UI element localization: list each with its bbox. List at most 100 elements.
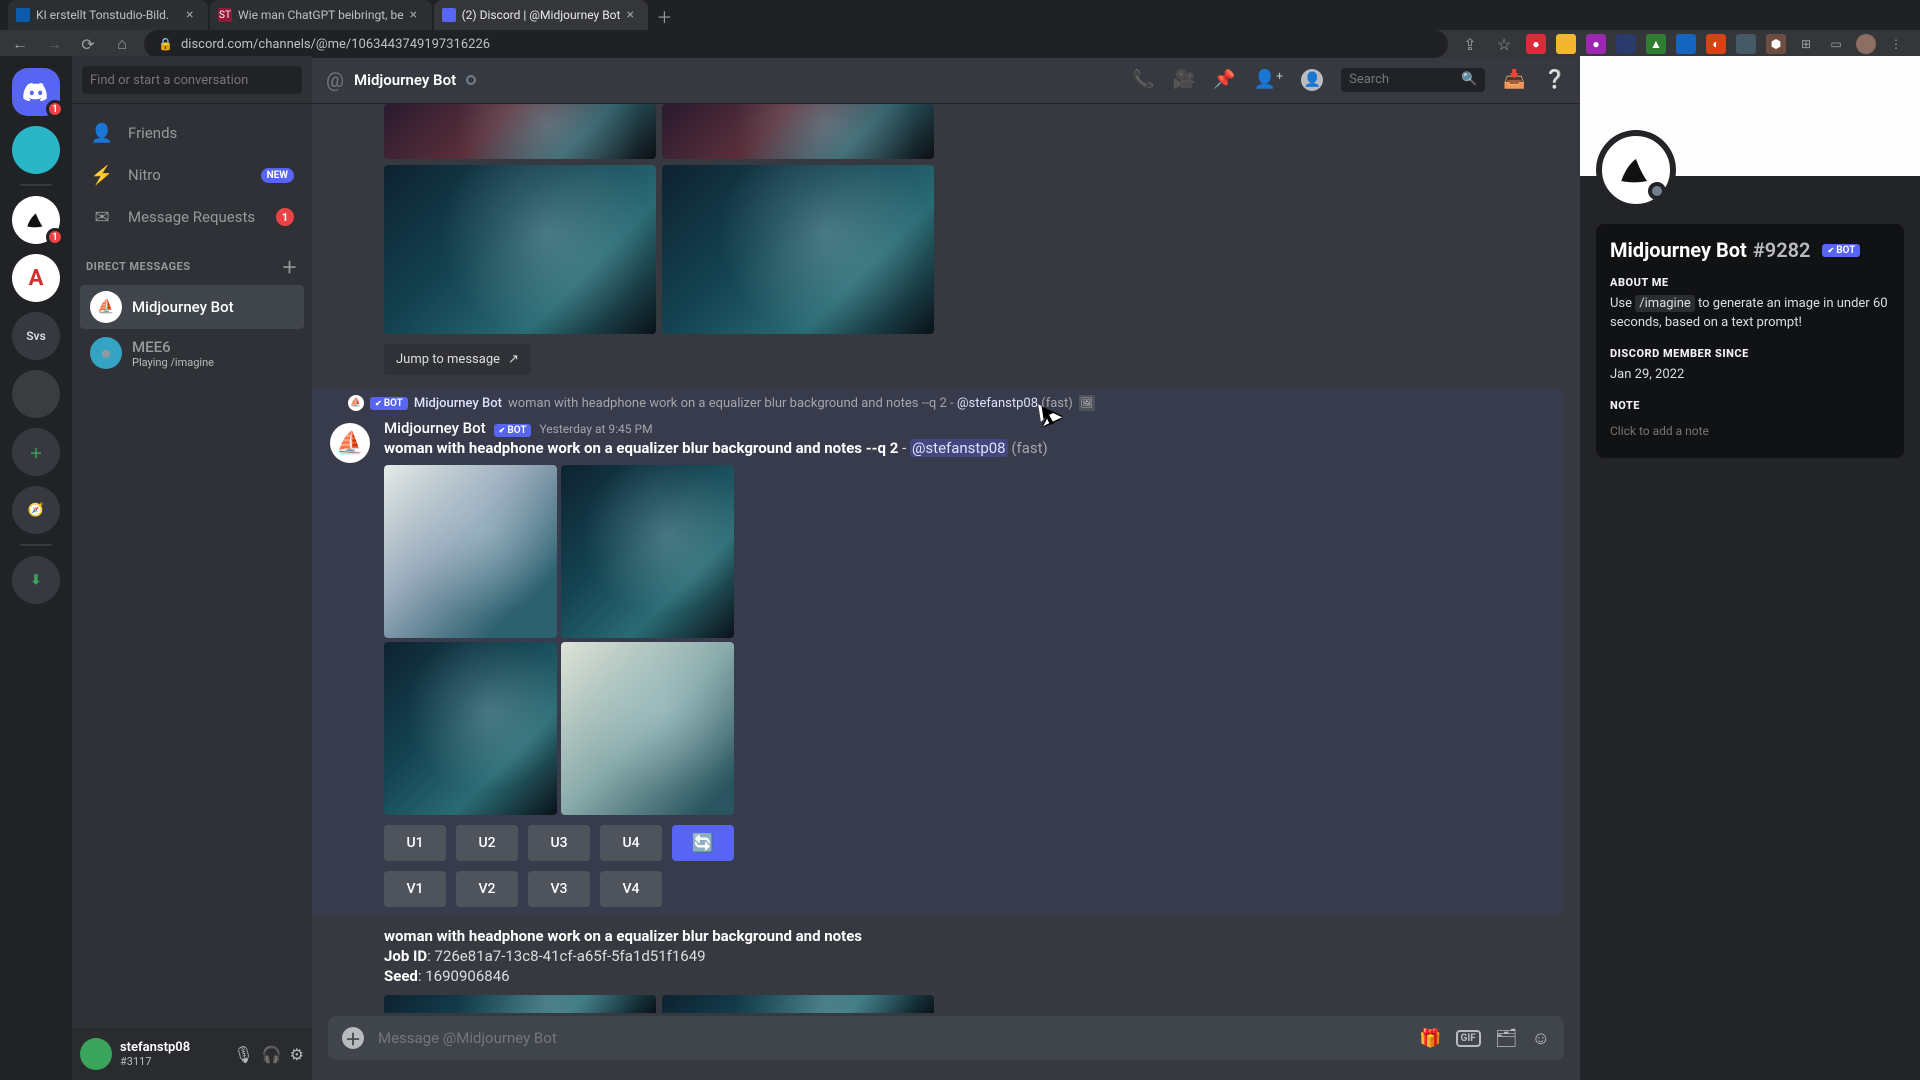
gif-icon[interactable]: GIF bbox=[1456, 1030, 1481, 1047]
u4-button[interactable]: U4 bbox=[600, 825, 662, 861]
share-icon[interactable]: ⇪ bbox=[1458, 32, 1482, 56]
profile-avatar[interactable] bbox=[1596, 130, 1676, 210]
attach-button[interactable]: ＋ bbox=[342, 1027, 364, 1049]
u2-button[interactable]: U2 bbox=[456, 825, 518, 861]
v3-button[interactable]: V3 bbox=[528, 871, 590, 907]
nav-friends[interactable]: 👤 Friends bbox=[80, 112, 304, 154]
v2-button[interactable]: V2 bbox=[456, 871, 518, 907]
result-image[interactable] bbox=[384, 465, 557, 638]
reroll-button[interactable]: 🔄 bbox=[672, 825, 734, 861]
server-button[interactable] bbox=[12, 370, 60, 418]
help-icon[interactable]: ❔ bbox=[1544, 69, 1566, 90]
chat-input-area: ＋ Message @Midjourney Bot 🎁 GIF 🗂 ☺ bbox=[312, 1016, 1580, 1080]
voice-call-icon[interactable]: 📞 bbox=[1132, 69, 1154, 90]
profile-panel: Midjourney Bot#9282 BOT ABOUT ME Use /im… bbox=[1580, 56, 1920, 1080]
deafen-icon[interactable]: 🎧 bbox=[262, 1045, 282, 1064]
user-info[interactable]: stefanstp08 #3117 bbox=[120, 1040, 225, 1069]
browser-tab-active[interactable]: (2) Discord | @Midjourney Bot × bbox=[434, 0, 649, 30]
ext-icon[interactable] bbox=[1616, 34, 1636, 54]
server-button[interactable] bbox=[12, 126, 60, 174]
v4-button[interactable]: V4 bbox=[600, 871, 662, 907]
friends-icon: 👤 bbox=[90, 123, 114, 144]
ext-icon[interactable] bbox=[1676, 34, 1696, 54]
ext-icon[interactable]: ● bbox=[1526, 34, 1546, 54]
result-image[interactable] bbox=[384, 104, 656, 159]
mute-icon[interactable]: 🎙 bbox=[233, 1045, 253, 1064]
dm-item-midjourney[interactable]: ⛵ Midjourney Bot bbox=[80, 285, 304, 329]
bot-badge: BOT bbox=[1822, 244, 1860, 257]
close-icon[interactable]: × bbox=[410, 8, 424, 22]
browser-tab[interactable]: KI erstellt Tonstudio-Bild. × bbox=[8, 0, 208, 30]
side-panel-icon[interactable]: ▭ bbox=[1826, 34, 1846, 54]
inbox-icon[interactable]: 📥 bbox=[1503, 69, 1525, 90]
puzzle-icon[interactable]: ⊞ bbox=[1796, 34, 1816, 54]
ext-icon[interactable]: ◐ bbox=[1706, 34, 1726, 54]
server-button[interactable]: A bbox=[12, 254, 60, 302]
v1-button[interactable]: V1 bbox=[384, 871, 446, 907]
chat-input[interactable]: ＋ Message @Midjourney Bot 🎁 GIF 🗂 ☺ bbox=[328, 1016, 1564, 1060]
bot-badge: BOT bbox=[494, 424, 532, 437]
result-image[interactable] bbox=[561, 465, 734, 638]
download-button[interactable]: ⬇ bbox=[12, 556, 60, 604]
result-image[interactable] bbox=[384, 995, 656, 1013]
sticker-icon[interactable]: 🗂 bbox=[1495, 1028, 1518, 1049]
result-image[interactable] bbox=[662, 165, 934, 334]
user-tag: #3117 bbox=[120, 1055, 225, 1068]
server-button[interactable]: 1 bbox=[12, 196, 60, 244]
count-badge: 1 bbox=[276, 208, 294, 226]
dm-search-input[interactable] bbox=[82, 66, 302, 94]
generation-attachment[interactable] bbox=[384, 465, 734, 815]
home-button[interactable]: ⌂ bbox=[110, 32, 134, 56]
result-image[interactable] bbox=[662, 104, 934, 159]
add-friends-icon[interactable]: 👤⁺ bbox=[1254, 69, 1284, 90]
u3-button[interactable]: U3 bbox=[528, 825, 590, 861]
next-attachment-peek[interactable] bbox=[384, 995, 934, 1013]
note-input[interactable] bbox=[1610, 418, 1890, 444]
add-server-button[interactable]: ＋ bbox=[12, 428, 60, 476]
forward-button[interactable]: → bbox=[42, 32, 66, 56]
video-call-icon[interactable]: 🎥 bbox=[1173, 69, 1195, 90]
reload-button[interactable]: ⟳ bbox=[76, 32, 100, 56]
jump-to-message-button[interactable]: Jump to message ↗ bbox=[384, 344, 531, 375]
gift-icon[interactable]: 🎁 bbox=[1419, 1028, 1441, 1049]
close-icon[interactable]: × bbox=[626, 8, 640, 22]
user-profile-icon[interactable]: 👤 bbox=[1301, 69, 1323, 91]
new-dm-button[interactable]: ＋ bbox=[281, 254, 298, 278]
explore-button[interactable]: 🧭 bbox=[12, 486, 60, 534]
result-image[interactable] bbox=[384, 642, 557, 815]
dm-item-name: Midjourney Bot bbox=[132, 298, 234, 316]
emoji-icon[interactable]: ☺ bbox=[1532, 1028, 1550, 1049]
pinned-icon[interactable]: 📌 bbox=[1213, 69, 1235, 90]
bookmark-icon[interactable]: ☆ bbox=[1492, 32, 1516, 56]
menu-icon[interactable]: ⋮ bbox=[1886, 34, 1906, 54]
browser-tab[interactable]: ST Wie man ChatGPT beibringt, be × bbox=[210, 0, 432, 30]
new-tab-button[interactable]: ＋ bbox=[650, 2, 678, 30]
dm-item-mee6[interactable]: ☻ MEE6 Playing /imagine bbox=[80, 331, 304, 375]
badge: 1 bbox=[46, 100, 64, 118]
user-avatar[interactable] bbox=[80, 1038, 112, 1070]
back-button[interactable]: ← bbox=[8, 32, 32, 56]
url-field[interactable]: 🔒 discord.com/channels/@me/1063443749197… bbox=[144, 30, 1448, 58]
result-image[interactable] bbox=[662, 995, 934, 1013]
message-avatar[interactable]: ⛵ bbox=[330, 423, 370, 463]
nav-nitro[interactable]: ⚡ Nitro NEW bbox=[80, 154, 304, 196]
ext-icon[interactable] bbox=[1736, 34, 1756, 54]
ext-icon[interactable]: ▲ bbox=[1646, 34, 1666, 54]
result-image[interactable] bbox=[561, 642, 734, 815]
ext-icon[interactable]: ● bbox=[1586, 34, 1606, 54]
result-image[interactable] bbox=[384, 165, 656, 334]
url-text: discord.com/channels/@me/106344374919731… bbox=[181, 37, 490, 52]
ext-icon[interactable]: ⬢ bbox=[1766, 34, 1786, 54]
settings-icon[interactable]: ⚙ bbox=[290, 1045, 304, 1064]
reply-reference[interactable]: ⛵ BOT Midjourney Bot woman with headphon… bbox=[348, 395, 1552, 411]
close-icon[interactable]: × bbox=[186, 8, 200, 22]
message-author[interactable]: Midjourney Bot bbox=[384, 419, 486, 437]
u1-button[interactable]: U1 bbox=[384, 825, 446, 861]
home-server-button[interactable]: 1 bbox=[12, 68, 60, 116]
messages[interactable]: Jump to message ↗ ⛵ BOT Midjourney Bot w… bbox=[312, 104, 1580, 1016]
header-search[interactable]: Search 🔍 bbox=[1341, 68, 1485, 92]
profile-avatar-icon[interactable] bbox=[1856, 34, 1876, 54]
nav-message-requests[interactable]: ✉ Message Requests 1 bbox=[80, 196, 304, 238]
ext-icon[interactable] bbox=[1556, 34, 1576, 54]
server-button[interactable]: Svs bbox=[12, 312, 60, 360]
